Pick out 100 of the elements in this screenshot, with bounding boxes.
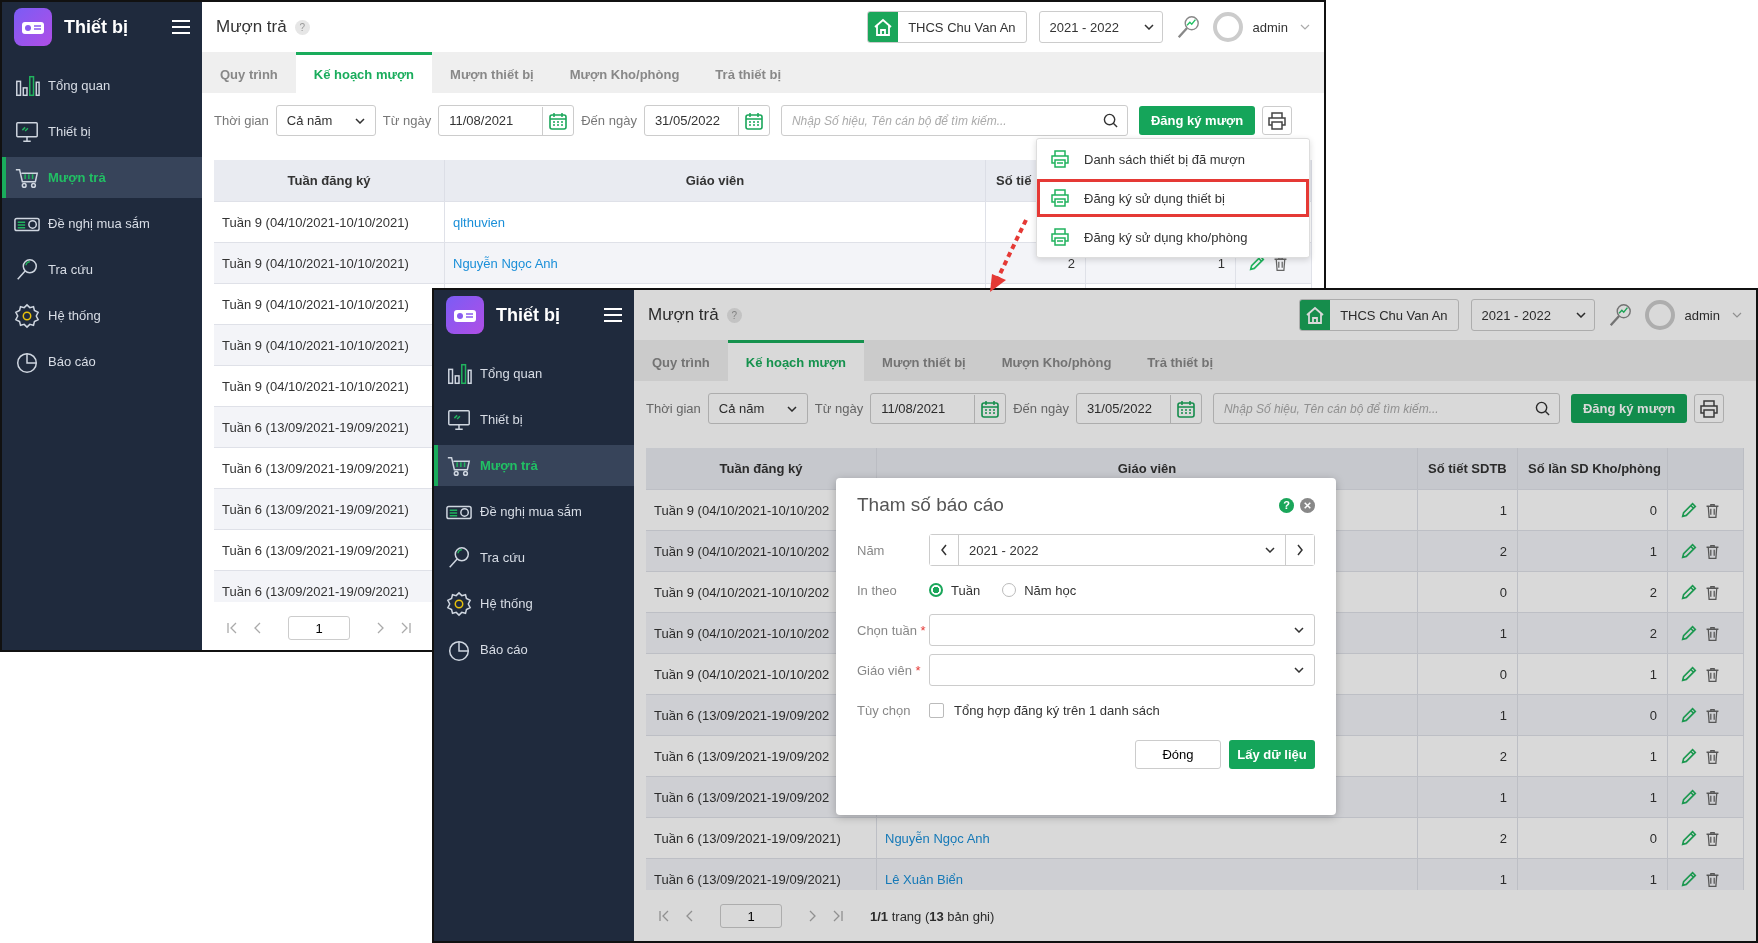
period-select[interactable]: Cả năm (707, 393, 808, 424)
trash-icon[interactable] (1704, 706, 1721, 724)
table-cell: 0 (1499, 666, 1507, 682)
year-select[interactable]: 2021 - 2022 (1470, 299, 1595, 331)
pencil-icon[interactable] (1680, 501, 1698, 519)
column-header: Giáo viên (445, 160, 986, 201)
table-cell: 1 (1499, 871, 1507, 887)
trash-icon[interactable] (1704, 624, 1721, 642)
chevron-down-icon (354, 117, 365, 124)
period-select[interactable]: Cả năm (275, 105, 376, 136)
sidebar-item[interactable]: Đề nghị mua sắm (2, 203, 202, 244)
table-cell: 1 (1649, 543, 1657, 559)
table-cell: Tuần 9 (04/10/2021-10/10/2021) (214, 202, 445, 242)
table-cell: Tuần 9 (04/10/2021-10/10/2021) (214, 243, 445, 283)
year-select[interactable]: 2021 - 2022 (1038, 11, 1163, 43)
trash-icon[interactable] (1704, 542, 1721, 560)
print-button[interactable] (1694, 394, 1725, 423)
trash-icon[interactable] (1704, 870, 1721, 888)
sidebar-item[interactable]: Tra cứu (2, 249, 202, 290)
chevron-down-icon (1294, 667, 1304, 673)
sidebar-item[interactable]: Hệ thống (434, 583, 634, 624)
checkbox-option[interactable]: Tổng hợp đăng ký trên 1 danh sách (929, 702, 1160, 718)
page-title: Mượn trả (648, 305, 719, 325)
avatar-icon (1644, 300, 1675, 330)
first-page-icon[interactable] (226, 622, 238, 634)
table-cell: 2 (1649, 625, 1657, 641)
close-icon[interactable] (1300, 497, 1315, 513)
pencil-icon[interactable] (1680, 624, 1698, 642)
date-field[interactable]: 11/08/2021 (438, 105, 575, 136)
table-cell: 1 (1499, 789, 1507, 805)
radio-option[interactable]: Tuần (929, 582, 981, 598)
pencil-icon[interactable] (1680, 665, 1698, 683)
pencil-icon[interactable] (1680, 706, 1698, 724)
table-cell: 1 (1649, 666, 1657, 682)
trash-icon[interactable] (1704, 829, 1721, 847)
sidebar-item[interactable]: Hệ thống (2, 295, 202, 336)
sidebar-item[interactable]: Tổng quan (2, 65, 202, 106)
page-input[interactable]: 1 (720, 904, 782, 928)
user-menu[interactable]: admin (1684, 307, 1720, 323)
school-selector[interactable]: THCS Chu Van An (1299, 299, 1459, 331)
table-cell: 1 (1499, 502, 1507, 518)
menu-item[interactable]: Đăng ký sử dụng kho/phòng (1037, 218, 1309, 256)
table-cell: 2 (1067, 255, 1075, 271)
school-selector[interactable]: THCS Chu Van An (867, 11, 1027, 43)
sidebar-item[interactable]: Mượn trả (434, 445, 634, 486)
chevron-right-icon (1296, 544, 1304, 556)
user-menu[interactable]: admin (1252, 19, 1288, 35)
table-cell: 2 (1499, 543, 1507, 559)
logo-icon (446, 296, 484, 334)
print-button[interactable] (1262, 106, 1293, 135)
chevron-down-icon (1732, 312, 1742, 318)
avatar-icon (1212, 12, 1243, 42)
search-field[interactable]: Nhập Số hiệu, Tên cán bộ để tìm kiếm... (1212, 393, 1560, 424)
search-field[interactable]: Nhập Số hiệu, Tên cán bộ để tìm kiếm... (780, 105, 1128, 136)
pencil-icon[interactable] (1680, 583, 1698, 601)
pencil-icon[interactable] (1680, 747, 1698, 765)
table-cell: 0 (1499, 584, 1507, 600)
chevron-left-icon (940, 544, 948, 556)
chevron-down-icon (1265, 547, 1275, 553)
sidebar-item[interactable]: Mượn trả (2, 157, 202, 198)
settings-icon (14, 302, 40, 329)
pencil-icon[interactable] (1680, 788, 1698, 806)
table-cell: 0 (1649, 830, 1657, 846)
teacher-link[interactable]: qlthuvien (453, 214, 506, 230)
pencil-icon[interactable] (1680, 829, 1698, 847)
table-cell: Tuần 6 (13/09/2021-19/09/2021) (646, 859, 877, 890)
page-info: 1/1 trang (13 bản ghi) (870, 908, 995, 924)
sidebar-item[interactable]: Thiết bị (2, 111, 202, 152)
select-field[interactable] (929, 614, 1315, 646)
radio-option[interactable]: Năm học (1002, 582, 1077, 598)
pencil-icon[interactable] (1680, 542, 1698, 560)
column-header: Số tiết SDTB (1418, 448, 1518, 489)
trash-icon[interactable] (1704, 583, 1721, 601)
date-field[interactable]: 31/05/2022 (643, 105, 770, 136)
trash-icon[interactable] (1704, 501, 1721, 519)
trash-icon[interactable] (1704, 788, 1721, 806)
menu-icon[interactable] (604, 308, 622, 322)
table-cell: 1 (1649, 748, 1657, 764)
first-page-icon[interactable] (658, 910, 670, 922)
last-page-icon[interactable] (832, 910, 844, 922)
close-button[interactable]: Đóng (1135, 740, 1221, 769)
menu-icon[interactable] (172, 20, 190, 34)
sidebar-item[interactable]: Báo cáo (2, 341, 202, 382)
checkbox[interactable] (929, 702, 944, 718)
chevron-down-icon (786, 405, 797, 412)
radio-button[interactable] (929, 583, 943, 597)
date-field[interactable]: 31/05/2022 (1075, 393, 1202, 424)
trash-icon[interactable] (1704, 747, 1721, 765)
select-field[interactable] (929, 654, 1315, 686)
search-icon (1534, 401, 1550, 416)
date-field[interactable]: 11/08/2021 (870, 393, 1007, 424)
printer-icon (1050, 227, 1070, 247)
menu-item[interactable]: Đăng ký sử dụng thiết bị (1037, 179, 1309, 217)
trash-icon[interactable] (1704, 665, 1721, 683)
pencil-icon[interactable] (1680, 870, 1698, 888)
menu-item[interactable]: Danh sách thiết bị đã mượn (1037, 140, 1309, 178)
page-input[interactable]: 1 (288, 616, 350, 640)
table-cell: Tuần 6 (13/09/2021-19/09/2021) (646, 818, 877, 858)
sidebar-item[interactable]: Báo cáo (434, 629, 634, 670)
last-page-icon[interactable] (400, 622, 412, 634)
